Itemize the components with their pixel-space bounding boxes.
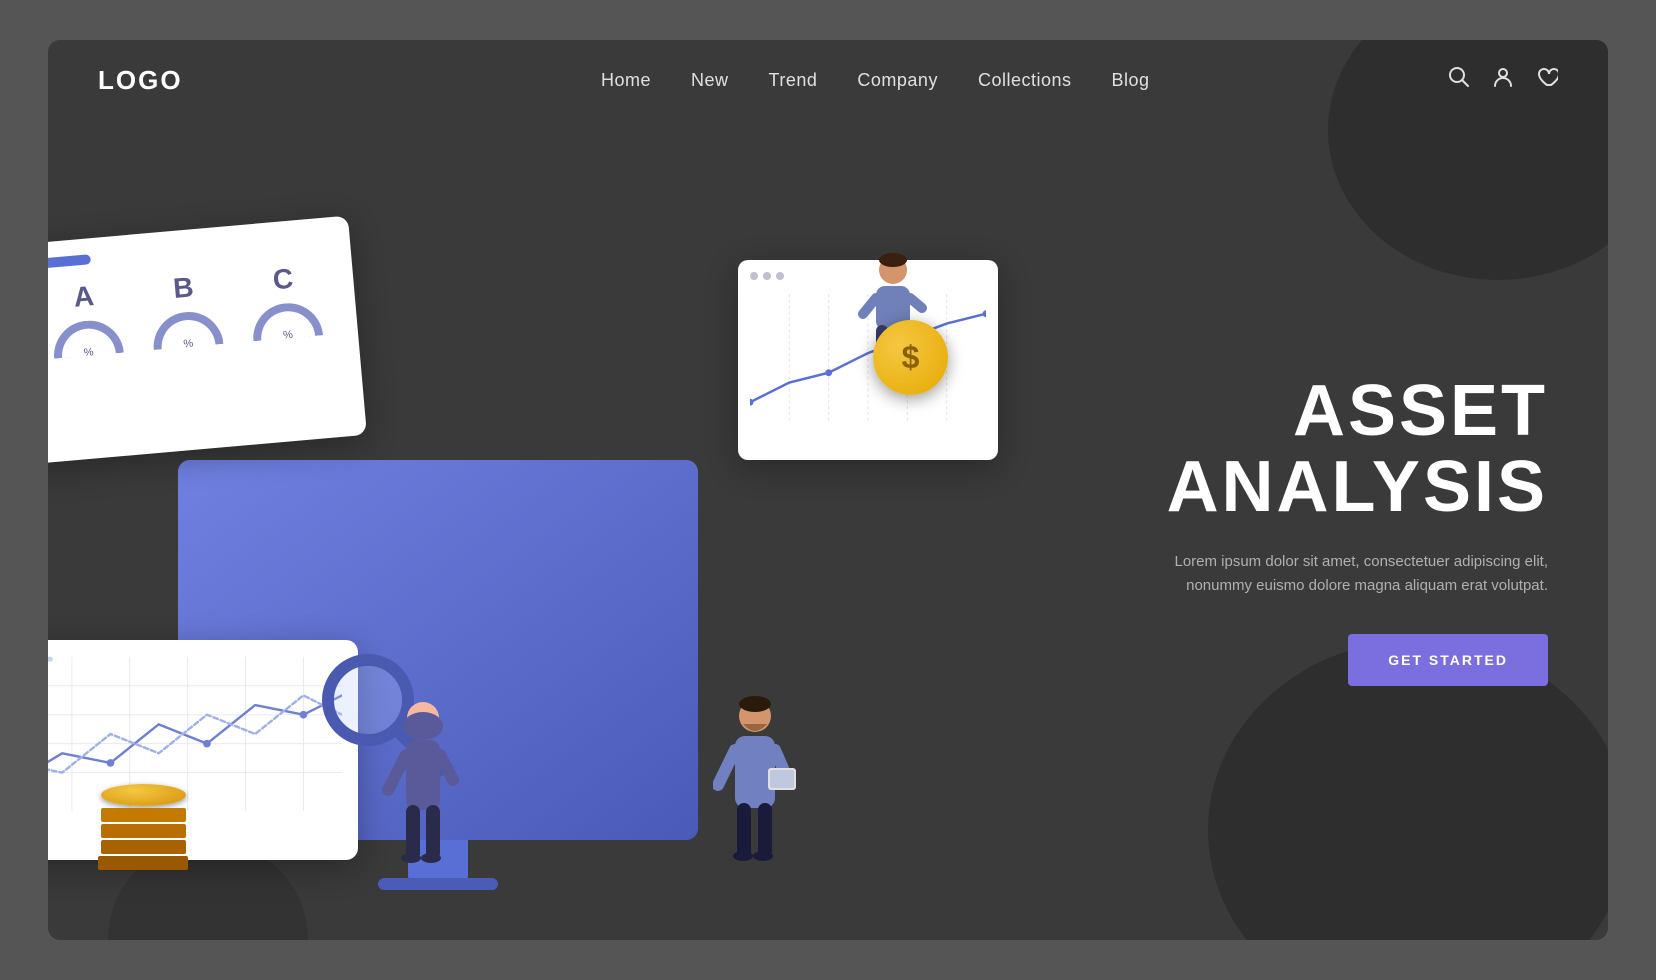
hero-title-line1: ASSET [1293,371,1548,451]
nav-link-company[interactable]: Company [857,70,938,91]
nav-link-collections[interactable]: Collections [978,70,1072,91]
nav-link-new[interactable]: New [691,70,729,91]
dot-2 [763,272,771,280]
user-icon[interactable] [1492,66,1514,94]
panel-label-c: C [272,263,295,297]
heart-icon[interactable] [1536,66,1558,94]
nav-link-trend[interactable]: Trend [769,70,818,91]
gauge-b: % [151,309,224,355]
nav-icons [1448,66,1558,94]
search-icon[interactable] [1448,66,1470,94]
cta-button[interactable]: GET STARTED [1348,634,1548,686]
person-right [713,690,798,870]
gauge-a: % [51,318,124,364]
hero-title: ASSET ANALYSIS [1148,374,1548,525]
nav-links: Home New Trend Company Collections Blog [303,70,1448,91]
left-section: A B C % % [48,120,1128,940]
coin-stack [98,784,188,870]
panel-chart-card [48,640,358,860]
coin-right: $ [873,320,948,395]
monitor-base [378,878,498,890]
right-section: ASSET ANALYSIS Lorem ipsum dolor sit ame… [1128,120,1608,940]
panel-abc-bar [48,254,91,269]
dot-1 [750,272,758,280]
logo: LOGO [98,65,183,96]
panel-chart-grid [48,654,342,814]
main-content: A B C % % [48,120,1608,940]
nav-link-home[interactable]: Home [601,70,651,91]
illustration-container: A B C % % [78,200,898,920]
gauge-c: % [250,300,323,346]
hero-description: Lorem ipsum dolor sit amet, consectetuer… [1148,550,1548,598]
hero-title-line2: ANALYSIS [1167,447,1548,527]
page-frame: LOGO Home New Trend Company Collections … [48,40,1608,940]
panel-label-b: B [172,271,195,305]
nav-link-blog[interactable]: Blog [1112,70,1150,91]
navbar: LOGO Home New Trend Company Collections … [48,40,1608,120]
panel-label-a: A [72,280,95,314]
panel-abc-card: A B C % % [48,216,367,465]
person-left [378,690,468,870]
dot-3 [776,272,784,280]
